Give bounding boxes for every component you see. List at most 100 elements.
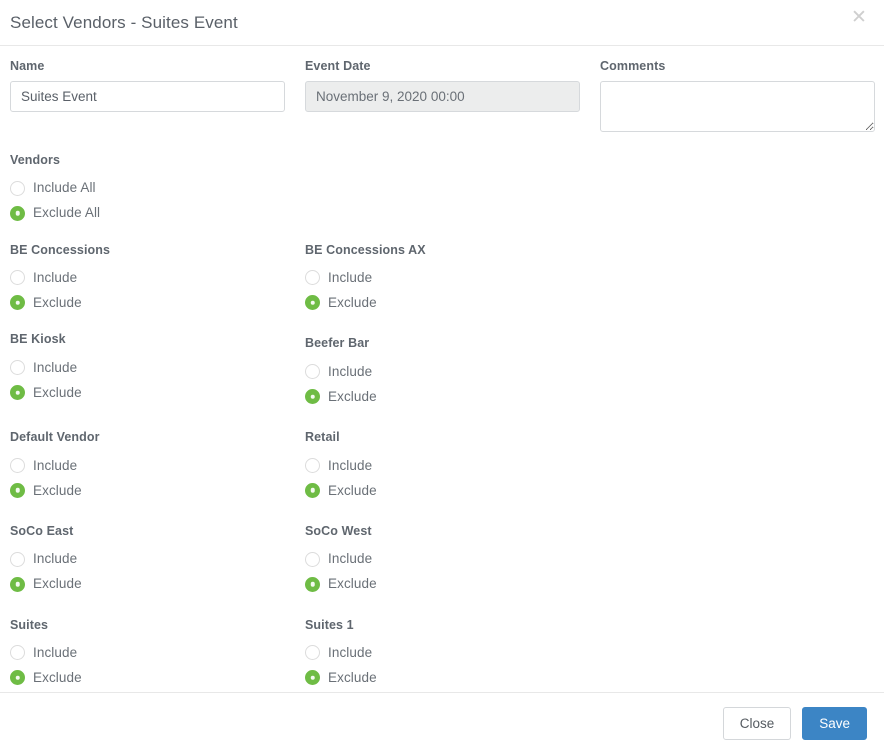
radio-exclude[interactable]: Exclude xyxy=(305,572,600,597)
radio-include[interactable]: Include xyxy=(305,547,600,572)
vendor-cell: BE ConcessionsIncludeExclude xyxy=(10,244,305,316)
radio-label: Include xyxy=(328,552,372,566)
radio-exclude[interactable]: Exclude xyxy=(10,665,305,690)
radio-icon-unselected xyxy=(10,181,25,196)
vendor-cell: Default Vendor Include Exclude xyxy=(10,431,305,503)
dialog-body: Name Event Date Comments Vendors Include… xyxy=(0,46,884,692)
radio-icon-unselected xyxy=(305,364,320,379)
vendor-name-label: Beefer Bar xyxy=(305,337,600,351)
radio-label: Exclude xyxy=(33,671,82,685)
vendor-name-label: BE Concessions AX xyxy=(305,244,600,258)
radio-label: Include xyxy=(33,552,77,566)
radio-icon-unselected xyxy=(305,270,320,285)
radio-exclude[interactable]: Exclude xyxy=(305,665,600,690)
vendor-cell: Suites Include Exclude xyxy=(10,619,305,691)
radio-label: Include xyxy=(33,271,77,285)
radio-label: Exclude xyxy=(328,296,377,310)
radio-icon-unselected xyxy=(305,645,320,660)
radio-icon-unselected xyxy=(10,458,25,473)
radio-label: Exclude xyxy=(328,577,377,591)
vendor-cell: Beefer Bar Include Exclude xyxy=(305,337,600,409)
save-button[interactable]: Save xyxy=(802,707,867,740)
vendor-name-label: Retail xyxy=(305,431,600,445)
radio-exclude[interactable]: Exclude xyxy=(305,478,600,503)
vendor-cell: BE Concessions AX Include Exclude xyxy=(305,244,600,316)
radio-exclude[interactable]: Exclude xyxy=(305,290,600,315)
vendors-section: Vendors Include All Exclude All BE Conce… xyxy=(10,154,874,692)
radio-icon-selected xyxy=(10,206,25,221)
radio-exclude[interactable]: Exclude xyxy=(10,380,305,405)
radio-icon-unselected xyxy=(10,270,25,285)
radio-label: Include xyxy=(328,646,372,660)
comments-textarea[interactable] xyxy=(600,81,875,132)
radio-exclude[interactable]: Exclude xyxy=(10,290,305,315)
radio-label: Include xyxy=(33,646,77,660)
radio-icon-selected xyxy=(10,385,25,400)
radio-icon-selected xyxy=(10,295,25,310)
radio-icon-selected xyxy=(305,295,320,310)
vendor-name-label: BE Kiosk xyxy=(10,333,305,347)
vendor-cell: SoCo East Include Exclude xyxy=(10,525,305,597)
radio-label: Exclude xyxy=(328,390,377,404)
radio-icon-selected xyxy=(305,577,320,592)
radio-icon-selected xyxy=(10,577,25,592)
radio-exclude[interactable]: Exclude xyxy=(305,384,600,409)
vendors-section-title: Vendors xyxy=(10,154,874,168)
radio-icon-unselected xyxy=(10,645,25,660)
radio-label: Exclude xyxy=(328,671,377,685)
radio-label: Include xyxy=(33,361,77,375)
radio-label: Exclude xyxy=(328,484,377,498)
radio-label: Include xyxy=(328,459,372,473)
radio-label: Include All xyxy=(33,181,96,195)
name-field-group: Name xyxy=(10,60,305,132)
radio-include[interactable]: Include xyxy=(10,265,305,290)
vendors-global-options: Include All Exclude All xyxy=(10,176,874,226)
radio-include[interactable]: Include xyxy=(10,453,305,478)
vendor-name-label: SoCo East xyxy=(10,525,305,539)
vendor-cell: BE Kiosk Include Exclude xyxy=(10,333,305,409)
radio-label: Exclude xyxy=(33,577,82,591)
radio-icon-unselected xyxy=(305,552,320,567)
form-top-row: Name Event Date Comments xyxy=(10,60,874,132)
radio-include[interactable]: Include xyxy=(10,355,305,380)
radio-label: Include xyxy=(33,459,77,473)
radio-icon-unselected xyxy=(305,458,320,473)
radio-include[interactable]: Include xyxy=(10,640,305,665)
radio-exclude[interactable]: Exclude xyxy=(10,572,305,597)
radio-label: Exclude xyxy=(33,484,82,498)
radio-icon-selected xyxy=(305,389,320,404)
vendor-name-label: Default Vendor xyxy=(10,431,305,445)
radio-label: Exclude xyxy=(33,296,82,310)
dialog-header: Select Vendors - Suites Event ✕ xyxy=(0,0,884,46)
radio-icon-unselected xyxy=(10,552,25,567)
name-label: Name xyxy=(10,60,287,74)
comments-field-group: Comments xyxy=(600,60,884,132)
radio-include[interactable]: Include xyxy=(305,265,600,290)
vendor-name-label: Suites xyxy=(10,619,305,633)
name-input[interactable] xyxy=(10,81,285,112)
radio-icon-selected xyxy=(10,483,25,498)
radio-include[interactable]: Include xyxy=(305,359,600,384)
vendor-cell: Suites 1 Include Exclude xyxy=(305,619,600,691)
radio-include[interactable]: Include xyxy=(305,640,600,665)
close-icon[interactable]: ✕ xyxy=(848,6,870,28)
radio-label: Include xyxy=(328,271,372,285)
radio-exclude[interactable]: Exclude xyxy=(10,478,305,503)
radio-include[interactable]: Include xyxy=(305,453,600,478)
vendor-cell: SoCo West Include Exclude xyxy=(305,525,600,597)
vendor-grid: BE ConcessionsIncludeExcludeBE Concessio… xyxy=(10,226,884,693)
radio-icon-selected xyxy=(10,670,25,685)
event-date-field-group: Event Date xyxy=(305,60,600,132)
radio-icon-selected xyxy=(305,670,320,685)
select-vendors-dialog: Select Vendors - Suites Event ✕ Name Eve… xyxy=(0,0,884,754)
vendor-name-label: SoCo West xyxy=(305,525,600,539)
page-title: Select Vendors - Suites Event xyxy=(10,14,238,31)
radio-icon-unselected xyxy=(10,360,25,375)
close-button[interactable]: Close xyxy=(723,707,792,740)
radio-include-all[interactable]: Include All xyxy=(10,176,874,201)
radio-label: Include xyxy=(328,365,372,379)
radio-include[interactable]: Include xyxy=(10,547,305,572)
vendor-name-label: Suites 1 xyxy=(305,619,600,633)
event-date-input[interactable] xyxy=(305,81,580,112)
radio-exclude-all[interactable]: Exclude All xyxy=(10,201,874,226)
